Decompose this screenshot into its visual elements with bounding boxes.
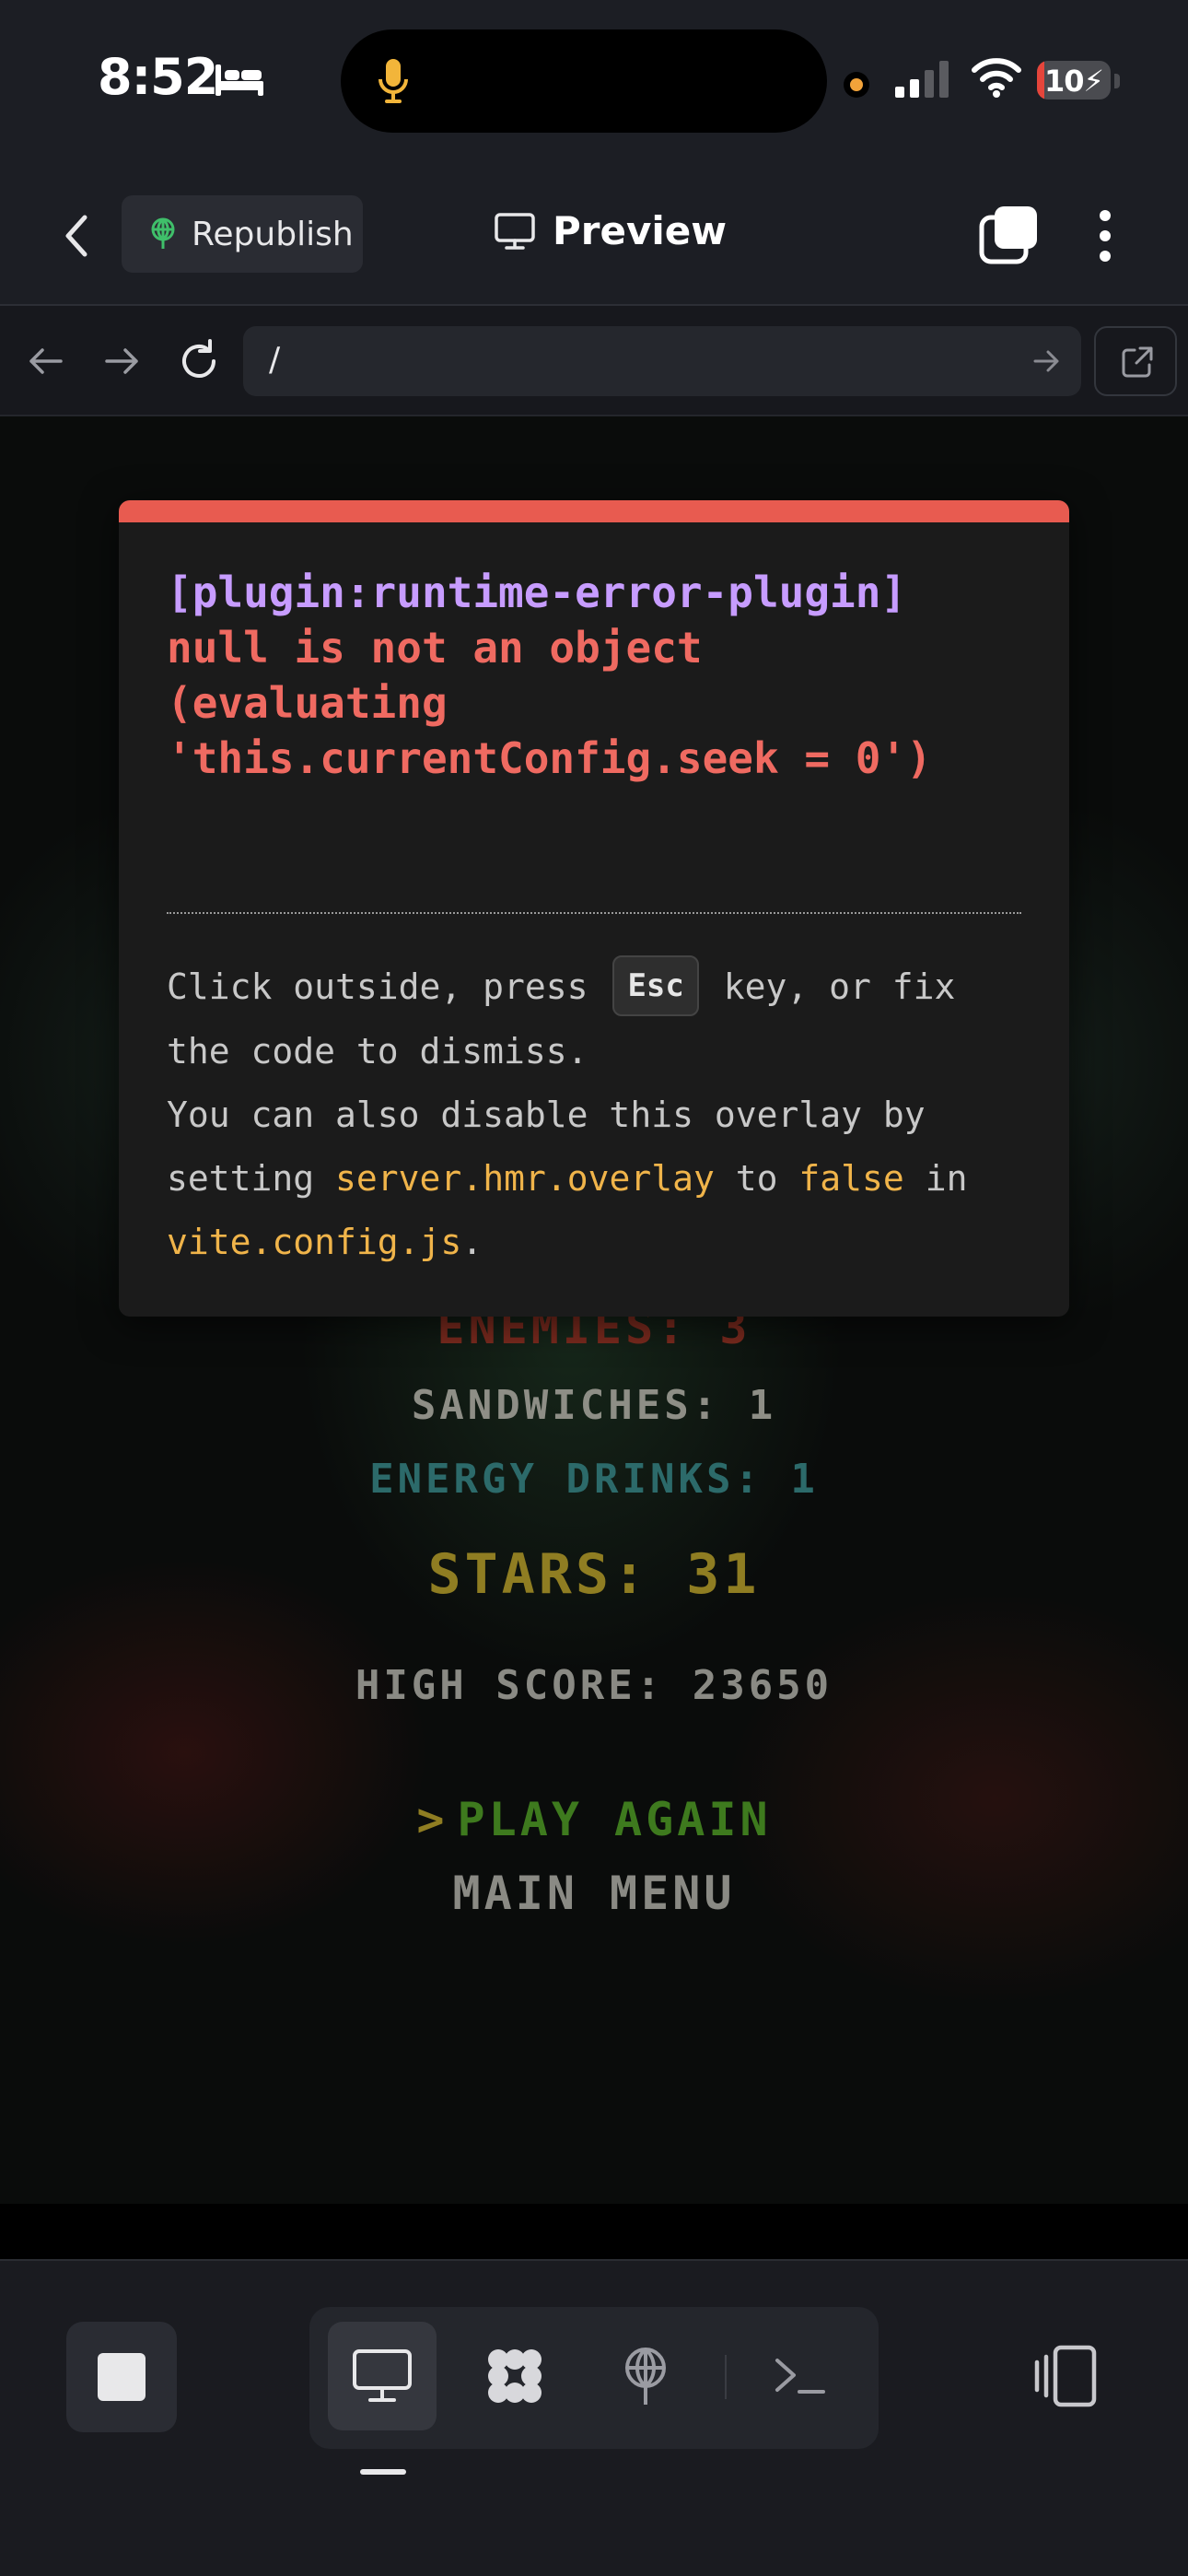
privacy-indicator-dot <box>844 72 869 98</box>
error-text: null is not an object (evaluating 'this.… <box>167 623 932 783</box>
tool-separator <box>725 2355 727 2399</box>
battery-indicator: 10⚡ <box>1037 61 1111 100</box>
tool-switcher <box>309 2307 879 2449</box>
browser-bar: / <box>0 306 1188 416</box>
bed-icon <box>215 64 263 96</box>
more-options-icon[interactable] <box>1083 206 1127 265</box>
code-hmr-overlay: server.hmr.overlay <box>335 1157 715 1199</box>
preview-bottom-edge <box>0 2204 1188 2259</box>
microphone-icon <box>379 59 408 103</box>
dynamic-island <box>341 29 827 133</box>
republish-label: Republish <box>192 216 354 253</box>
url-value: / <box>269 341 281 379</box>
game-energy-drinks-stat: ENERGY DRINKS: 1 <box>369 1456 819 1503</box>
deploy-antenna-icon <box>151 217 175 249</box>
esc-key-hint: Esc <box>612 954 699 1016</box>
tabs-icon[interactable] <box>976 203 1042 269</box>
error-plugin-name: [plugin:runtime-error-plugin] <box>167 568 907 617</box>
terminal-icon <box>775 2359 825 2394</box>
external-link-icon <box>1122 346 1153 378</box>
panel-toggle-icon[interactable] <box>1030 2340 1103 2414</box>
url-input[interactable]: / <box>243 326 1081 396</box>
status-bar: 8:52 10⚡ <box>0 0 1188 166</box>
battery-nub <box>1114 74 1120 88</box>
play-again-option[interactable]: > PLAY AGAIN <box>0 1793 1188 1846</box>
active-tab-indicator <box>360 2469 406 2475</box>
error-tip: Click outside, press Esc key, or fix the… <box>167 954 1032 1274</box>
bottom-toolbar <box>0 2259 1188 2576</box>
monitor-icon <box>353 2349 412 2402</box>
play-again-label: PLAY AGAIN <box>457 1793 772 1846</box>
game-sandwiches-stat: SANDWICHES: 1 <box>411 1382 777 1429</box>
back-arrow-icon[interactable] <box>22 337 70 385</box>
error-divider <box>167 912 1021 914</box>
main-menu-option[interactable]: MAIN MENU <box>0 1867 1188 1920</box>
reload-icon[interactable] <box>175 337 223 385</box>
error-accent-strip <box>119 500 1069 522</box>
republish-button[interactable]: Republish <box>122 195 363 273</box>
stop-icon <box>98 2353 146 2401</box>
go-arrow-icon[interactable] <box>1031 346 1061 376</box>
packages-icon <box>488 2349 542 2403</box>
error-message: [plugin:runtime-error-plugin] null is no… <box>167 565 1032 786</box>
shell-tool-button[interactable] <box>746 2322 855 2430</box>
code-false: false <box>798 1157 904 1199</box>
app-header: Republish Preview <box>0 166 1188 306</box>
wifi-icon <box>972 58 1021 98</box>
game-high-score: HIGH SCORE: 23650 <box>355 1662 833 1709</box>
open-external-button[interactable] <box>1094 326 1177 396</box>
status-time: 8:52 <box>98 48 218 106</box>
preview-title-text: Preview <box>553 208 728 253</box>
game-stars-stat: STARS: 31 <box>427 1542 761 1607</box>
battery-percent: 10⚡ <box>1044 64 1104 99</box>
deploy-antenna-icon <box>625 2348 666 2405</box>
stop-button[interactable] <box>66 2322 177 2432</box>
preview-tool-button[interactable] <box>328 2322 437 2430</box>
forward-arrow-icon[interactable] <box>98 337 146 385</box>
monitor-icon <box>495 213 535 250</box>
error-overlay[interactable]: [plugin:runtime-error-plugin] null is no… <box>119 500 1069 1317</box>
cellular-signal-icon <box>895 61 949 98</box>
packages-tool-button[interactable] <box>460 2322 569 2430</box>
code-vite-config: vite.config.js <box>167 1221 462 1262</box>
deploy-tool-button[interactable] <box>591 2322 700 2430</box>
back-chevron-icon[interactable] <box>52 206 103 265</box>
selection-caret-icon: > <box>416 1793 448 1846</box>
